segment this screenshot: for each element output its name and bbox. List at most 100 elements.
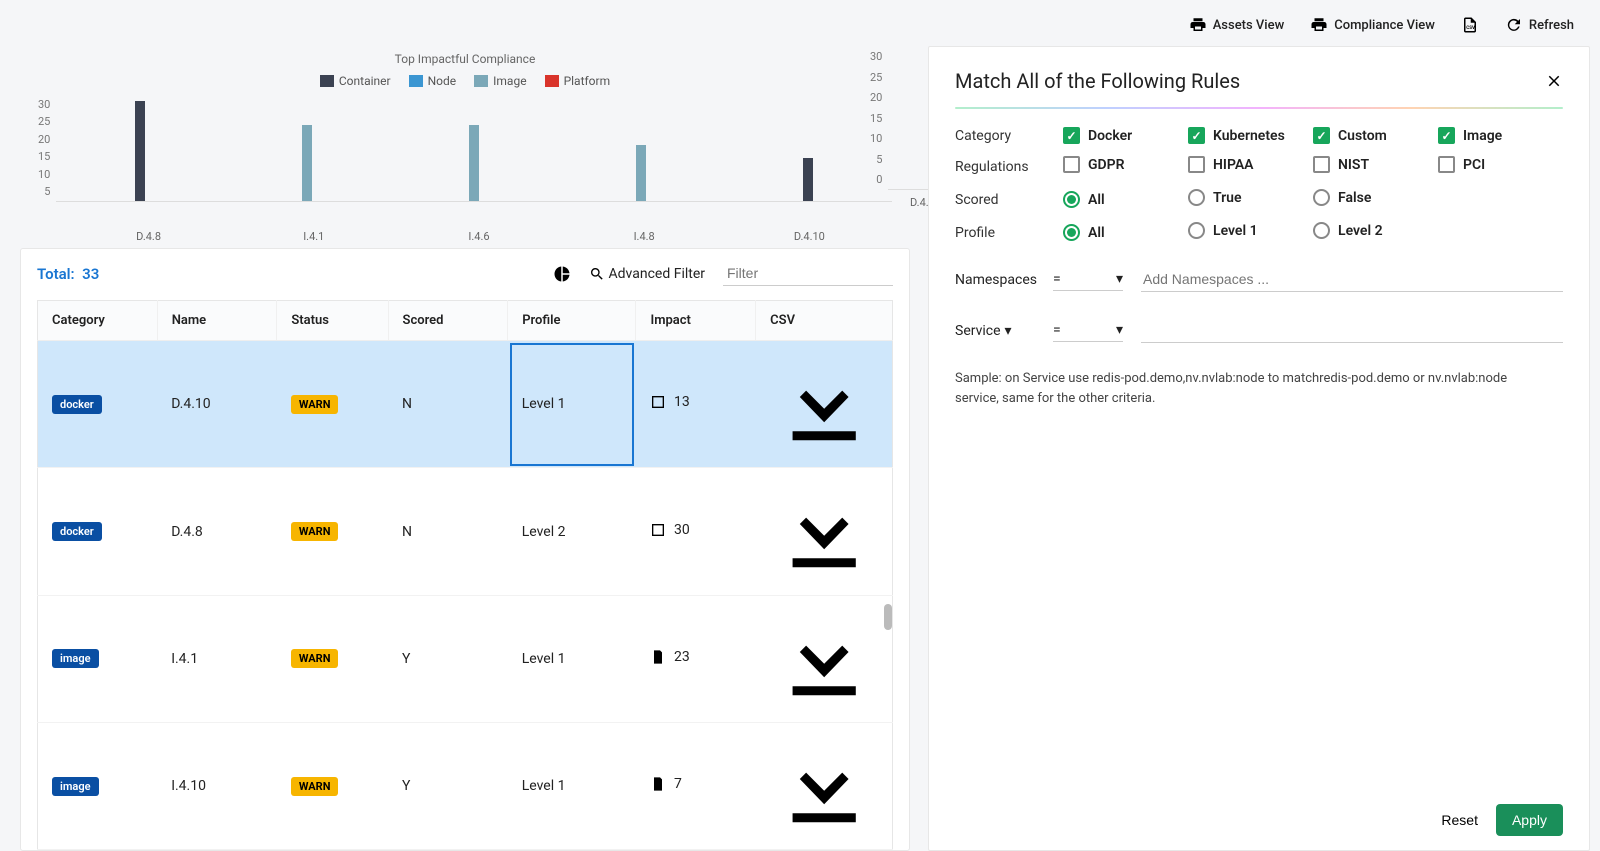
checkbox-image[interactable]: Image — [1438, 127, 1502, 144]
category-tag: docker — [52, 522, 102, 541]
col-name[interactable]: Name — [157, 301, 277, 341]
filter-row-label: Profile — [955, 225, 1063, 241]
total-count: Total: 33 — [37, 265, 99, 283]
chevron-down-icon: ▾ — [1116, 322, 1123, 338]
close-icon[interactable] — [1545, 72, 1563, 90]
cell-name: D.4.8 — [157, 468, 277, 595]
apply-button[interactable]: Apply — [1496, 804, 1563, 836]
assets-view-label: Assets View — [1213, 18, 1285, 33]
cell-name: I.4.1 — [157, 595, 277, 722]
download-icon[interactable] — [770, 350, 878, 458]
csv-export-button[interactable]: CSV — [1461, 16, 1479, 34]
namespaces-op-select[interactable]: =▾ — [1053, 268, 1123, 291]
cell-scored: Y — [388, 723, 508, 850]
cell-profile: Level 1 — [508, 723, 636, 850]
radio-all[interactable]: All — [1063, 224, 1105, 241]
refresh-icon — [1505, 16, 1523, 34]
cell-impact: 30 — [650, 522, 690, 538]
cell-scored: Y — [388, 595, 508, 722]
checkbox-kubernetes[interactable]: Kubernetes — [1188, 127, 1285, 144]
chart-title: Top Impactful Compliance — [38, 52, 892, 66]
table-row[interactable]: imageI.4.10WARNYLevel 17 — [38, 723, 893, 850]
table-row[interactable]: image I.4.1 WARN YLevel 1 23 — [38, 595, 893, 722]
radio-level-2[interactable]: Level 2 — [1313, 222, 1383, 239]
radio-false[interactable]: False — [1313, 189, 1371, 206]
chart-legend: Container Node Image Platform — [38, 74, 892, 88]
x-axis: D.4.8 I.4.1 I.4.6 I.4.8 D.4.10 — [66, 230, 892, 243]
status-badge: WARN — [291, 395, 339, 414]
cell-impact: 23 — [650, 649, 690, 665]
pie-chart-icon[interactable] — [553, 265, 571, 283]
col-category[interactable]: Category — [38, 301, 158, 341]
compliance-view-button[interactable]: Compliance View — [1310, 16, 1435, 34]
compliance-table: Category Name Status Scored Profile Impa… — [37, 300, 893, 850]
compliance-table-card: Total: 33 Advanced Filter — [20, 248, 910, 851]
toolbar: Assets View Compliance View CSV Refresh — [0, 0, 1600, 40]
namespaces-input[interactable] — [1141, 267, 1563, 292]
checkbox-custom[interactable]: Custom — [1313, 127, 1387, 144]
checkbox-nist[interactable]: NIST — [1313, 156, 1369, 173]
col-scored[interactable]: Scored — [388, 301, 508, 341]
y-axis: 30 25 20 15 10 5 — [38, 98, 56, 198]
search-icon — [589, 266, 605, 282]
advanced-filter-panel: Match All of the Following Rules Categor… — [928, 46, 1590, 851]
namespaces-label: Namespaces — [955, 272, 1035, 288]
status-badge: WARN — [291, 522, 339, 541]
checkbox-docker[interactable]: Docker — [1063, 127, 1132, 144]
download-icon[interactable] — [770, 605, 878, 713]
radio-level-1[interactable]: Level 1 — [1188, 222, 1258, 239]
service-label: Service — [955, 323, 1001, 339]
status-badge: WARN — [291, 649, 339, 668]
category-tag: image — [52, 777, 99, 796]
panel-title: Match All of the Following Rules — [955, 69, 1240, 93]
radio-true[interactable]: True — [1188, 189, 1242, 206]
filter-row-label: Scored — [955, 192, 1063, 208]
col-impact[interactable]: Impact — [636, 301, 756, 341]
scrollbar-thumb[interactable] — [884, 604, 892, 630]
service-op-select[interactable]: =▾ — [1053, 319, 1123, 342]
print-icon — [1310, 16, 1328, 34]
download-icon[interactable] — [770, 477, 878, 585]
legend-container[interactable]: Container — [320, 74, 391, 88]
category-tag: image — [52, 649, 99, 668]
legend-image[interactable]: Image — [474, 74, 526, 88]
checkbox-gdpr[interactable]: GDPR — [1063, 156, 1125, 173]
chevron-down-icon: ▾ — [1116, 271, 1123, 287]
reset-button[interactable]: Reset — [1441, 812, 1478, 828]
refresh-button[interactable]: Refresh — [1505, 16, 1574, 34]
cell-scored: N — [388, 468, 508, 595]
col-csv[interactable]: CSV — [756, 301, 893, 341]
cell-profile: Level 1 — [508, 341, 636, 468]
cell-profile: Level 1 — [508, 595, 636, 722]
filter-row-label: Regulations — [955, 159, 1063, 175]
cell-name: I.4.10 — [157, 723, 277, 850]
service-input[interactable] — [1141, 318, 1563, 343]
radio-all[interactable]: All — [1063, 191, 1105, 208]
cell-profile: Level 2 — [508, 468, 636, 595]
csv-icon: CSV — [1461, 16, 1479, 34]
svg-text:CSV: CSV — [1466, 25, 1475, 31]
advanced-filter-button[interactable]: Advanced Filter — [589, 266, 705, 282]
col-profile[interactable]: Profile — [508, 301, 636, 341]
cell-name: D.4.10 — [157, 341, 277, 468]
compliance-view-label: Compliance View — [1334, 18, 1435, 33]
filter-input[interactable] — [723, 261, 893, 286]
top-impactful-compliance-chart: Top Impactful Compliance Container Node … — [20, 40, 910, 242]
legend-platform[interactable]: Platform — [545, 74, 611, 88]
cell-scored: N — [388, 341, 508, 468]
table-row[interactable]: docker D.4.8 WARN NLevel 2 30 — [38, 468, 893, 595]
checkbox-hipaa[interactable]: HIPAA — [1188, 156, 1254, 173]
chevron-down-icon[interactable]: ▾ — [1005, 323, 1012, 339]
table-header-row: Category Name Status Scored Profile Impa… — [38, 301, 893, 341]
cell-impact: 7 — [650, 776, 682, 792]
col-status[interactable]: Status — [277, 301, 388, 341]
download-icon[interactable] — [770, 732, 878, 840]
legend-node[interactable]: Node — [409, 74, 457, 88]
assets-view-button[interactable]: Assets View — [1189, 16, 1285, 34]
table-row[interactable]: dockerD.4.10WARNNLevel 113 — [38, 341, 893, 468]
cell-impact: 13 — [650, 394, 690, 410]
checkbox-pci[interactable]: PCI — [1438, 156, 1485, 173]
chart-bars — [56, 98, 892, 202]
filter-row-label: Category — [955, 128, 1063, 144]
sample-text: Sample: on Service use redis-pod.demo,nv… — [955, 369, 1535, 408]
